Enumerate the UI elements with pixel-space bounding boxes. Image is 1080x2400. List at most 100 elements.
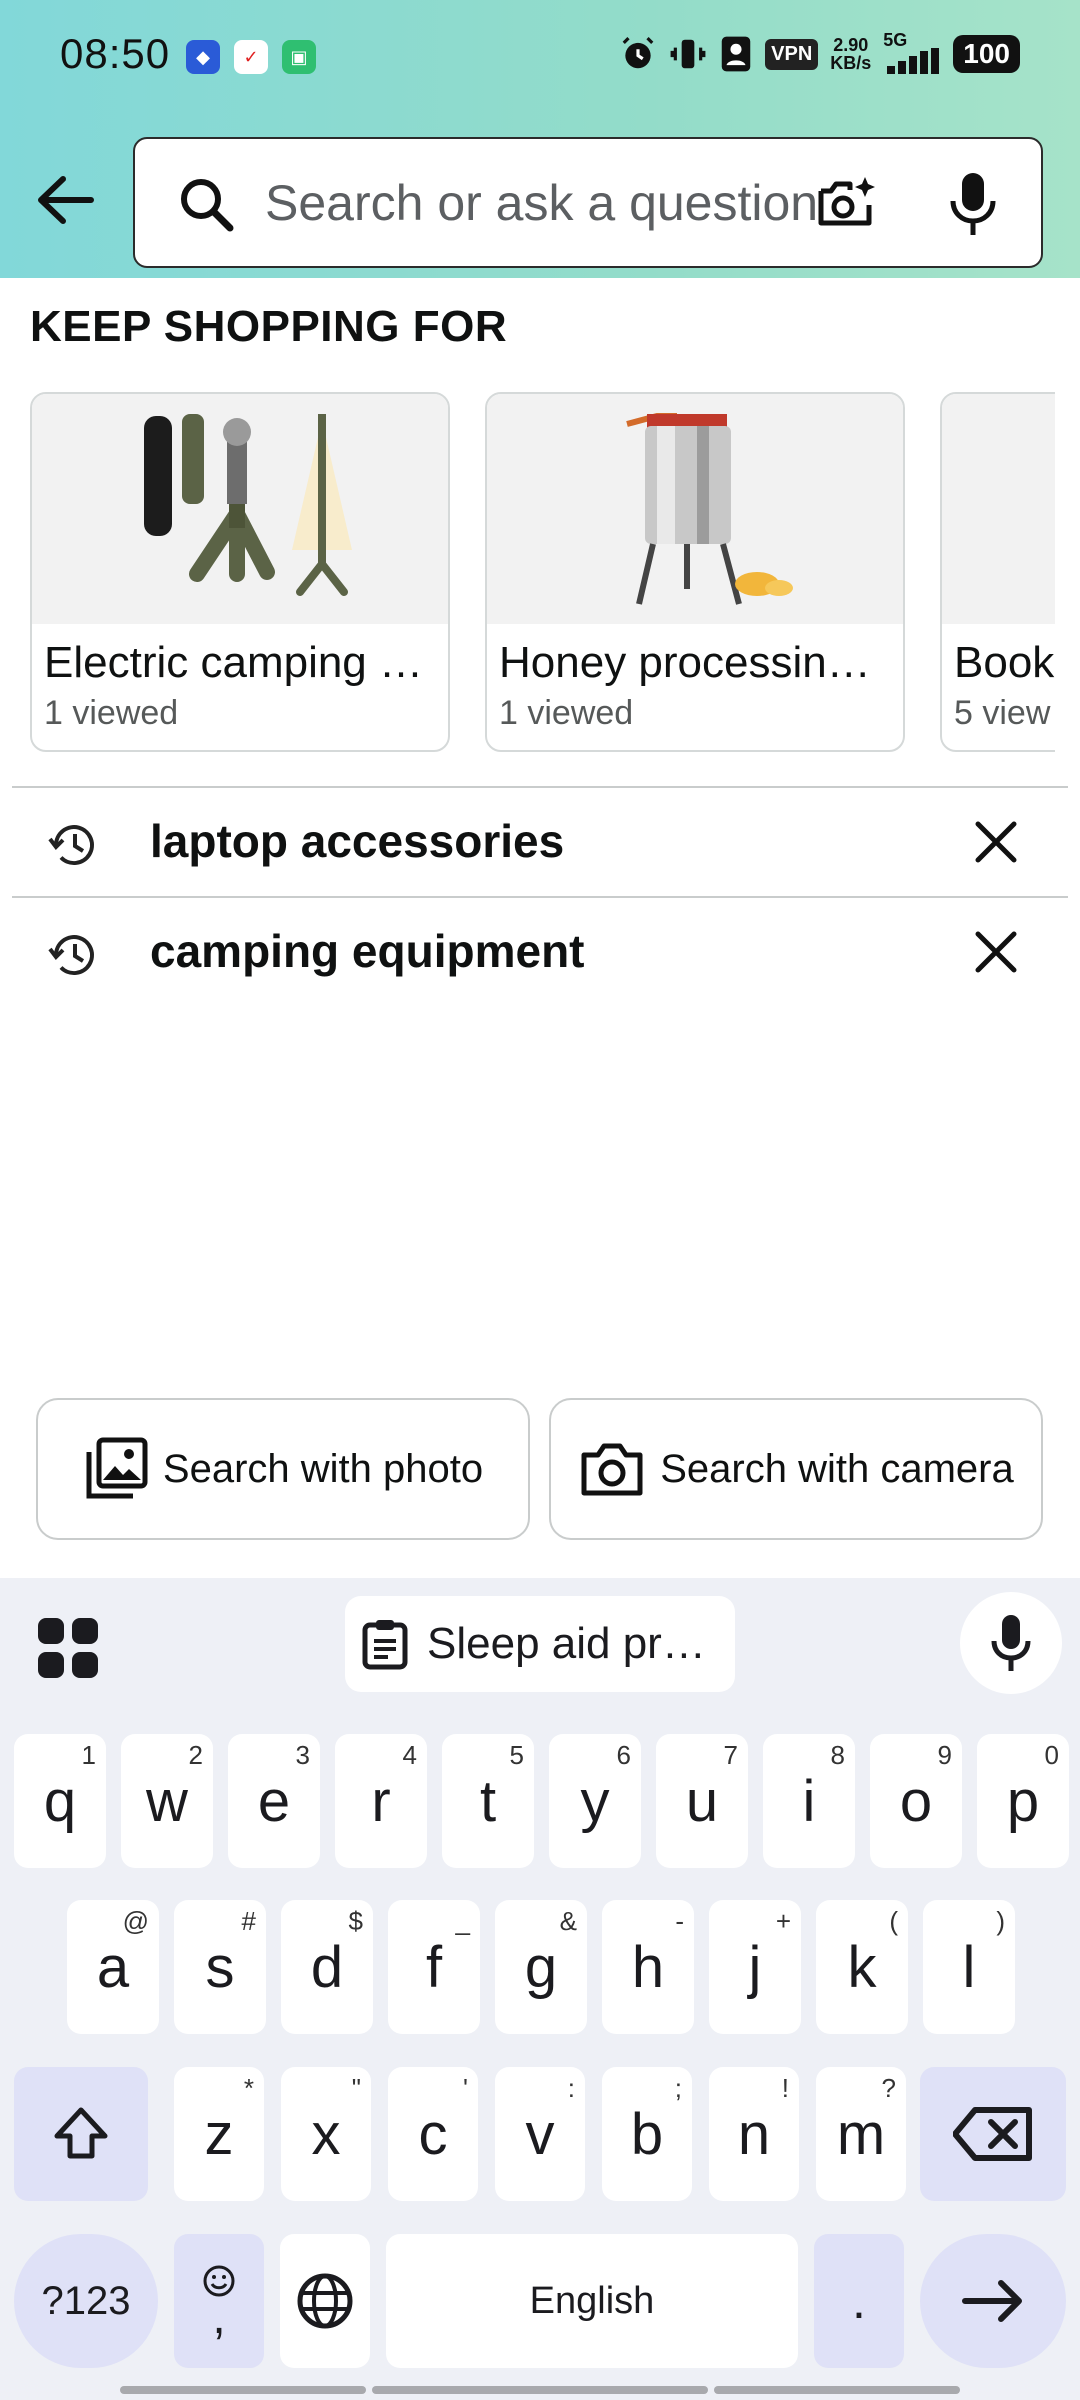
- key-secondary-label: ': [463, 2073, 468, 2103]
- key-j[interactable]: j +: [709, 1900, 801, 2034]
- signal-icon: 5G: [883, 30, 941, 74]
- key-secondary-label: 4: [402, 1740, 417, 1770]
- keyboard-voice-button[interactable]: [960, 1592, 1062, 1694]
- key-secondary-label: ?: [881, 2073, 896, 2103]
- space-key-label: English: [529, 2279, 655, 2322]
- key-g[interactable]: g &: [495, 1900, 587, 2034]
- key-label: y: [580, 1768, 610, 1834]
- key-u[interactable]: u7: [656, 1734, 748, 1868]
- key-secondary-label: *: [243, 2073, 254, 2103]
- system-icons: VPN 2.90 KB/s 5G 100: [619, 30, 1020, 74]
- key-label: n: [737, 2101, 771, 2167]
- vpn-badge: VPN: [765, 38, 819, 70]
- speed-unit: KB/s: [830, 53, 872, 73]
- key-w[interactable]: w2: [121, 1734, 213, 1868]
- back-arrow-icon: [38, 176, 94, 224]
- shift-icon: [54, 2107, 108, 2159]
- period-key[interactable]: .: [814, 2234, 904, 2368]
- search-with-photo-label: Search with photo: [162, 1446, 484, 1491]
- nav-handle: [120, 2386, 366, 2394]
- key-l[interactable]: l): [923, 1900, 1015, 2034]
- key-d[interactable]: d $: [281, 1900, 373, 2034]
- notification-icons: ◆ ✓ ▣: [186, 40, 316, 74]
- key-q[interactable]: q1: [14, 1734, 106, 1868]
- arrow-right-icon: [962, 2280, 1022, 2322]
- key-o[interactable]: o9: [870, 1734, 962, 1868]
- key-x[interactable]: x ": [281, 2067, 371, 2201]
- key-p[interactable]: p0: [977, 1734, 1069, 1868]
- key-secondary-label: :: [567, 2073, 575, 2103]
- key-label: g: [524, 1934, 558, 2000]
- mail-notification-icon: ✓: [234, 40, 268, 74]
- key-label: s: [205, 1934, 235, 2000]
- key-label: j: [748, 1934, 762, 2000]
- key-secondary-label: $: [348, 1906, 363, 1936]
- clipboard-icon: [362, 1620, 408, 1670]
- keep-shopping-card[interactable]: Honey processin… 1 viewed: [485, 392, 905, 752]
- key-label: w: [146, 1768, 188, 1834]
- key-label: e: [257, 1768, 291, 1834]
- key-secondary-label: 2: [188, 1740, 203, 1770]
- key-t[interactable]: t5: [442, 1734, 534, 1868]
- enter-key[interactable]: [920, 2234, 1066, 2368]
- search-icon: [181, 179, 234, 232]
- key-s[interactable]: s #: [174, 1900, 266, 2034]
- remove-history-button[interactable]: [968, 814, 1024, 870]
- history-item[interactable]: camping equipment: [0, 900, 1080, 1004]
- contact-card-icon: [721, 36, 751, 72]
- photo-gallery-icon: [86, 1437, 148, 1499]
- key-r[interactable]: r4: [335, 1734, 427, 1868]
- key-label: t: [479, 1768, 497, 1834]
- camera-search-button[interactable]: [815, 171, 885, 241]
- keep-shopping-card[interactable]: Electric camping … 1 viewed: [30, 392, 450, 752]
- key-secondary-label: 1: [81, 1740, 96, 1770]
- key-label: z: [204, 2101, 234, 2167]
- search-with-camera-button[interactable]: Search with camera: [549, 1398, 1043, 1540]
- key-c[interactable]: c ': [388, 2067, 478, 2201]
- backspace-icon: [953, 2107, 1032, 2161]
- search-with-photo-button[interactable]: Search with photo: [36, 1398, 530, 1540]
- shift-key[interactable]: [14, 2067, 148, 2201]
- key-i[interactable]: i8: [763, 1734, 855, 1868]
- language-key[interactable]: [280, 2234, 370, 2368]
- vibrate-icon: [670, 39, 706, 69]
- key-secondary-label: #: [241, 1906, 256, 1936]
- backspace-key[interactable]: [920, 2067, 1066, 2201]
- symbols-key[interactable]: ?123: [14, 2234, 158, 2368]
- key-f[interactable]: f _: [388, 1900, 480, 2034]
- keep-shopping-carousel[interactable]: Electric camping … 1 viewed Honey proces…: [30, 392, 1055, 754]
- keep-shopping-card[interactable]: Book 5 view: [940, 392, 1055, 752]
- key-e[interactable]: e3: [228, 1734, 320, 1868]
- key-b[interactable]: b;: [602, 2067, 692, 2201]
- key-label: b: [630, 2101, 664, 2167]
- keyboard-menu-button[interactable]: [36, 1616, 100, 1680]
- key-y[interactable]: y6: [549, 1734, 641, 1868]
- key-z[interactable]: z *: [174, 2067, 264, 2201]
- history-item[interactable]: laptop accessories: [0, 790, 1080, 894]
- close-icon: [975, 931, 1017, 973]
- space-key[interactable]: English: [386, 2234, 798, 2368]
- emoji-comma-key[interactable]: ,: [174, 2234, 264, 2368]
- key-secondary-label: !: [781, 2073, 789, 2103]
- key-m[interactable]: m?: [816, 2067, 906, 2201]
- history-label: laptop accessories: [150, 815, 565, 867]
- microphone-icon: [950, 173, 996, 235]
- remove-history-button[interactable]: [968, 924, 1024, 980]
- divider: [12, 786, 1068, 788]
- key-secondary-label: +: [775, 1906, 791, 1936]
- back-button[interactable]: [30, 165, 100, 235]
- key-label: k: [847, 1934, 877, 2000]
- key-a[interactable]: a @: [67, 1900, 159, 2034]
- key-label: q: [43, 1768, 77, 1834]
- key-v[interactable]: v:: [495, 2067, 585, 2201]
- speed-value: 2.90: [833, 35, 869, 55]
- search-bar[interactable]: [133, 137, 1043, 268]
- key-h[interactable]: h-: [602, 1900, 694, 2034]
- voice-search-button[interactable]: [945, 169, 1005, 241]
- key-label: v: [525, 2101, 555, 2167]
- symbols-key-label: ?123: [41, 2278, 131, 2323]
- key-k[interactable]: k(: [816, 1900, 908, 2034]
- clipboard-suggestion[interactable]: Sleep aid pr…: [345, 1596, 735, 1692]
- period-label: .: [852, 2273, 866, 2329]
- key-n[interactable]: n!: [709, 2067, 799, 2201]
